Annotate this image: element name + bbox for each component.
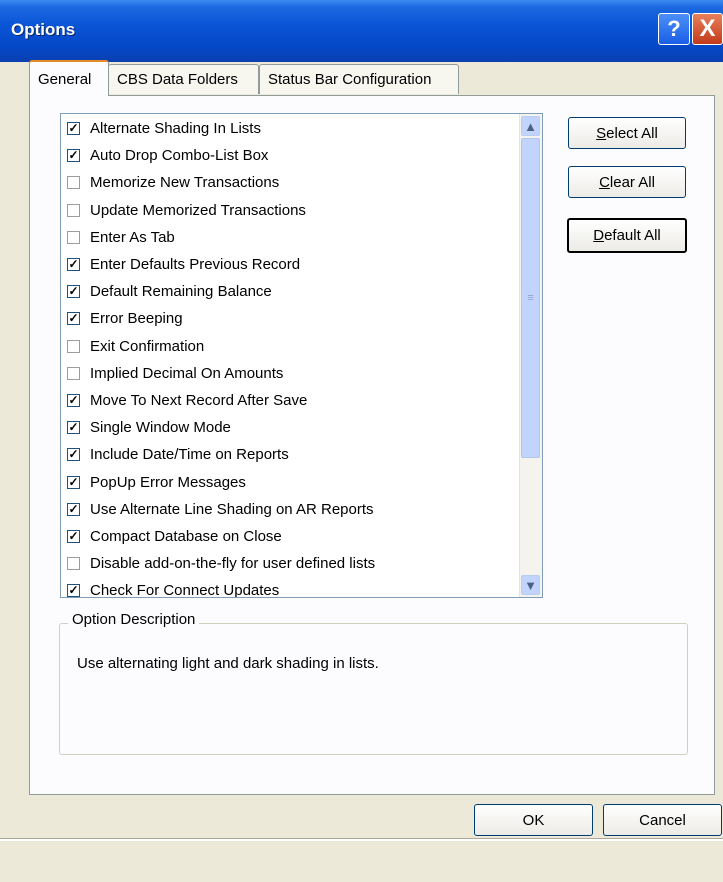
checkbox-checked-icon[interactable]: ✓ (67, 149, 80, 163)
option-label: Default Remaining Balance (90, 283, 272, 301)
checkbox-checked-icon[interactable]: ✓ (67, 584, 80, 597)
option-item[interactable]: ✓ Default Remaining Balance (67, 278, 272, 305)
tab-general[interactable]: General (29, 60, 109, 96)
window-title: Options (11, 20, 76, 39)
button-label: lear All (609, 173, 655, 191)
option-item[interactable]: Exit Confirmation (67, 333, 204, 360)
button-label: elect All (606, 124, 658, 142)
tab-label: General (38, 70, 92, 88)
option-item[interactable]: Update Memorized Transactions (67, 197, 306, 224)
checkbox-unchecked-icon[interactable] (67, 339, 80, 353)
option-label: Alternate Shading In Lists (90, 120, 261, 137)
checkbox-unchecked-icon[interactable] (67, 557, 80, 571)
close-icon: X (699, 15, 716, 42)
option-label: Enter As Tab (90, 228, 175, 246)
option-item[interactable]: Implied Decimal On Amounts (67, 360, 283, 387)
scroll-up-icon[interactable]: ▲ (521, 116, 540, 136)
checkbox-checked-icon[interactable]: ✓ (67, 394, 80, 407)
help-icon: ? (667, 16, 681, 41)
checkbox-unchecked-icon[interactable] (67, 230, 80, 244)
tab-label: Status Bar Configuration (268, 71, 432, 88)
cancel-button[interactable]: Cancel (603, 804, 722, 836)
option-label: Single Window Mode (90, 419, 231, 437)
option-item[interactable]: ✓ Include Date/Time on Reports (67, 441, 289, 468)
option-label: Include Date/Time on Reports (90, 446, 289, 464)
clear-all-button[interactable]: Clear All (568, 166, 686, 198)
options-list[interactable]: ✓ Alternate Shading In Lists ✓ Auto Drop Co… (60, 113, 543, 598)
checkbox-checked-icon[interactable]: ✓ (67, 122, 80, 135)
help-button[interactable]: ? (658, 13, 690, 45)
option-item[interactable]: ✓ PopUp Error Messages (67, 469, 246, 496)
checkbox-checked-icon[interactable]: ✓ (67, 475, 80, 489)
checkbox-checked-icon[interactable]: ✓ (67, 258, 80, 271)
option-label: Move To Next Record After Save (90, 392, 308, 409)
option-description-text: Use alternating light and dark shading i… (77, 655, 379, 672)
option-label: Auto Drop Combo-List Box (90, 147, 269, 165)
checkbox-checked-icon[interactable]: ✓ (67, 312, 80, 326)
option-label: PopUp Error Messages (90, 473, 246, 491)
checkbox-checked-icon[interactable]: ✓ (67, 530, 80, 543)
option-label: Disable add-on-the-fly for user defined … (90, 555, 376, 573)
close-button[interactable]: X (692, 13, 723, 45)
option-item[interactable]: ✓ Alternate Shading In Lists (67, 115, 261, 142)
default-all-button[interactable]: Default All (567, 218, 687, 253)
option-item[interactable]: ✓ Error Beeping (67, 305, 183, 332)
tab-status-bar-configuration[interactable]: Status Bar Configuration (259, 64, 459, 94)
checkbox-checked-icon[interactable]: ✓ (67, 285, 80, 299)
option-item[interactable]: ✓ Move To Next Record After Save (67, 387, 307, 414)
option-item[interactable]: Disable add-on-the-fly for user defined … (67, 550, 375, 577)
tab-label: CBS Data Folders (117, 71, 238, 88)
option-label: Compact Database on Close (90, 528, 282, 545)
ok-button[interactable]: OK (474, 804, 593, 836)
checkbox-unchecked-icon[interactable] (67, 366, 80, 380)
checkbox-unchecked-icon[interactable] (67, 203, 80, 217)
select-all-button[interactable]: Select All (568, 117, 686, 149)
option-label: Use Alternate Line Shading on AR Reports (90, 500, 374, 518)
vertical-scrollbar[interactable]: ▲ ≡ ▼ (519, 114, 542, 597)
option-item[interactable]: Memorize New Transactions (67, 169, 279, 196)
scroll-down-icon[interactable]: ▼ (521, 575, 540, 595)
button-label: efault All (604, 227, 661, 244)
option-label: Implied Decimal On Amounts (90, 364, 284, 382)
option-label: Error Beeping (90, 310, 183, 328)
option-label: Enter Defaults Previous Record (90, 256, 301, 273)
option-label: Exit Confirmation (90, 337, 205, 355)
option-item[interactable]: ✓ Compact Database on Close (67, 523, 282, 550)
checkbox-checked-icon[interactable]: ✓ (67, 448, 80, 462)
option-item[interactable]: Enter As Tab (67, 224, 175, 251)
option-label: Check For Connect Updates (90, 582, 280, 598)
option-description-title: Option Description (68, 611, 200, 628)
option-item[interactable]: ✓ Enter Defaults Previous Record (67, 251, 300, 278)
scroll-thumb[interactable]: ≡ (521, 138, 540, 458)
title-bar[interactable]: Options ? X (0, 0, 723, 62)
checkbox-unchecked-icon[interactable] (67, 176, 80, 190)
mnemonic: C (599, 173, 610, 191)
divider (0, 838, 723, 841)
option-label: Memorize New Transactions (90, 174, 280, 192)
option-item[interactable]: ✓ Single Window Mode (67, 414, 231, 441)
option-description-group (59, 623, 688, 755)
option-item[interactable]: ✓ Check For Connect Updates (67, 577, 280, 598)
checkbox-checked-icon[interactable]: ✓ (67, 502, 80, 516)
tab-cbs-data-folders[interactable]: CBS Data Folders (108, 64, 259, 94)
checkbox-checked-icon[interactable]: ✓ (67, 421, 80, 435)
option-item[interactable]: ✓ Use Alternate Line Shading on AR Report… (67, 496, 374, 523)
mnemonic: D (593, 227, 605, 244)
mnemonic: S (596, 124, 607, 142)
option-item[interactable]: ✓ Auto Drop Combo-List Box (67, 142, 268, 169)
option-label: Update Memorized Transactions (90, 201, 306, 219)
